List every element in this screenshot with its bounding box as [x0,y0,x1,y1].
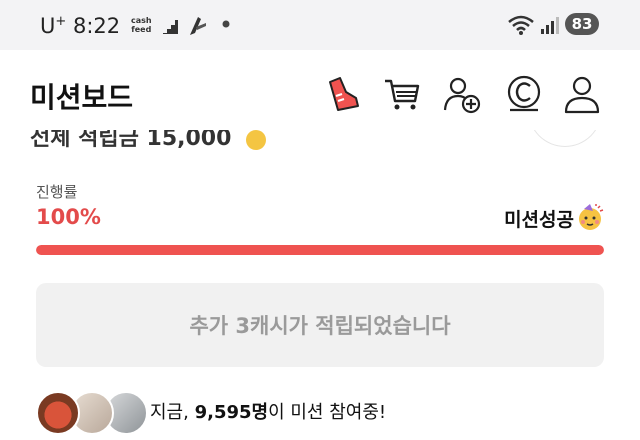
participant-avatars [36,391,148,435]
participant-count: 9,595명 [194,402,269,423]
total-reward-row: 전체 적립금 15,000 [0,130,640,150]
cashfeed-notification-icon: cash feed [131,16,152,34]
notification-app-icon [190,17,206,35]
progress-label: 진행률 [36,183,78,201]
reward-message-box: 추가 3캐시가 적립되었습니다 [36,283,604,367]
party-face-icon [579,204,604,230]
battery-indicator: 83 [565,13,599,35]
progress-bar-fill [36,245,604,255]
cash-coin-icon[interactable] [504,74,544,114]
mission-status: 미션성공 [504,209,574,231]
mission-image-circle [528,130,602,147]
profile-icon[interactable] [562,74,602,114]
shoe-icon[interactable] [322,74,362,114]
participants-text: 지금, 9,595명이 미션 참여중! [150,402,387,423]
total-reward-text: 전체 적립금 15,000 [30,130,232,150]
wifi-icon [508,15,534,35]
page-title: 미션보드 [30,81,134,114]
clock-time: 8:22 [73,14,121,38]
add-user-icon[interactable] [442,74,482,114]
cart-icon[interactable] [382,74,422,114]
carrier-label: U+ [40,14,67,38]
signal-icon [541,17,559,34]
reward-message: 추가 3캐시가 적립되었습니다 [189,314,451,338]
progress-percent: 100% [36,205,101,229]
avatar [36,391,80,435]
progress-bar [36,245,604,255]
status-bar: U+ 8:22 cash feed 83 [0,0,640,50]
stairs-icon [163,20,178,34]
dot-icon [222,20,230,28]
app-header: 미션보드 [0,50,640,138]
coin-icon [246,130,266,150]
